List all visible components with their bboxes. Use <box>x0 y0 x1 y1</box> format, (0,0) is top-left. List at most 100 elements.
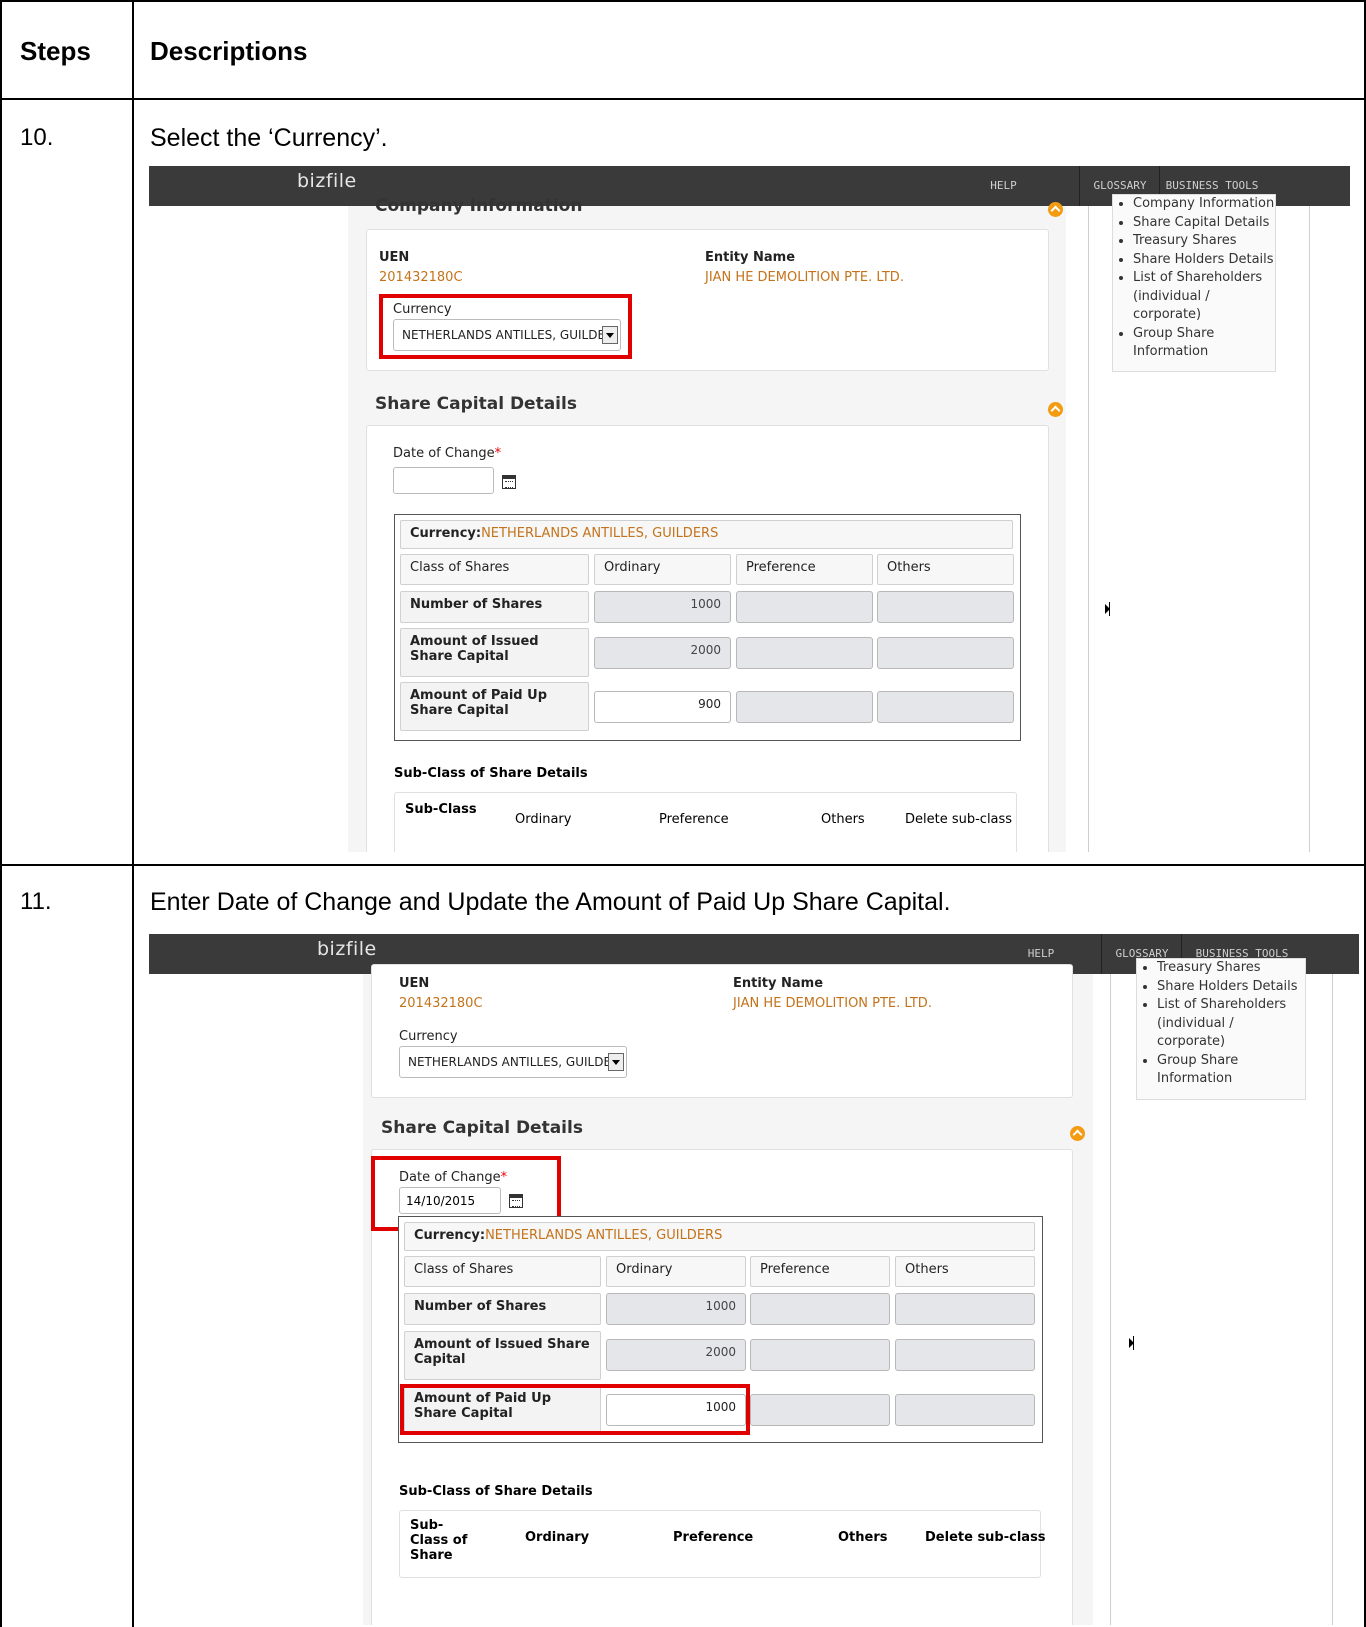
subclass-column: Sub-Class <box>405 802 477 817</box>
uen-value: 201432180C <box>399 996 483 1011</box>
required-marker: * <box>494 446 502 461</box>
collapse-icon[interactable] <box>1048 202 1063 217</box>
subclass-column: Ordinary <box>515 812 572 827</box>
table-currency-label: Currency: <box>414 1228 486 1243</box>
table-currency-label: Currency: <box>410 526 482 541</box>
subclass-column: Delete sub-class <box>925 1530 1046 1545</box>
sidebar-link-treasury-shares[interactable]: Treasury Shares <box>1157 959 1305 978</box>
sidebar-links: Company Information Share Capital Detail… <box>1112 194 1276 372</box>
others-paid-up-capital <box>877 691 1014 723</box>
preference-paid-up-capital <box>750 1394 890 1426</box>
date-of-change-label: Date of Change* <box>393 446 501 461</box>
sidebar-link-share-holders[interactable]: Share Holders Details <box>1133 251 1275 270</box>
ordinary-issued-capital: 2000 <box>606 1339 746 1371</box>
calendar-icon[interactable] <box>502 475 516 489</box>
currency-label: Currency <box>399 1029 458 1044</box>
subclass-column: Delete sub-class <box>905 812 1013 827</box>
ordinary-paid-up-capital-input[interactable]: 900 <box>594 691 731 723</box>
subclass-column: Others <box>838 1530 888 1545</box>
chevron-down-icon[interactable] <box>608 1053 624 1071</box>
ordinary-issued-capital: 2000 <box>594 637 731 669</box>
others-issued-capital <box>895 1339 1035 1371</box>
sidebar-link-treasury-shares[interactable]: Treasury Shares <box>1133 232 1275 251</box>
screenshot-step-10: bizfile HELP GLOSSARY BUSINESS TOOLS Com… <box>149 166 1350 852</box>
sidebar-links: Treasury Shares Share Holders Details Li… <box>1136 958 1306 1100</box>
others-issued-capital <box>877 637 1014 669</box>
subclass-column: Others <box>821 812 865 827</box>
preference-issued-capital <box>736 637 873 669</box>
column-header: Ordinary <box>594 554 731 585</box>
table-border-left <box>0 0 2 1627</box>
column-header: Ordinary <box>606 1256 746 1287</box>
sidebar-link-group-share[interactable]: Group Share Information <box>1157 1052 1305 1089</box>
steps-header: Steps <box>20 36 91 66</box>
step-number: 10. <box>20 124 54 151</box>
step-number: 11. <box>20 888 52 915</box>
date-of-change-input[interactable] <box>393 467 494 494</box>
sidebar-link-share-capital[interactable]: Share Capital Details <box>1133 214 1275 233</box>
step-description: Enter Date of Change and Update the Amou… <box>150 888 951 916</box>
preference-number-of-shares <box>750 1293 890 1325</box>
date-of-change-text: Date of Change <box>393 446 495 461</box>
section-title-share-capital: Share Capital Details <box>381 1118 583 1138</box>
table-currency-value: NETHERLANDS ANTILLES, GUILDERS <box>481 526 719 541</box>
entity-name-label: Entity Name <box>733 976 824 991</box>
sidebar-link-share-holders[interactable]: Share Holders Details <box>1157 978 1305 997</box>
sidebar-link-company-information[interactable]: Company Information <box>1133 195 1275 214</box>
sidebar-link-group-share[interactable]: Group Share Information <box>1133 325 1275 362</box>
subclass-column: Sub-Class of Share <box>410 1518 468 1563</box>
subclass-column: Preference <box>659 812 729 827</box>
step-description: Select the ‘Currency’. <box>150 124 388 152</box>
entity-name-value: JIAN HE DEMOLITION PTE. LTD. <box>705 270 904 285</box>
sidebar-toggle-icon[interactable] <box>1105 602 1110 616</box>
preference-paid-up-capital <box>736 691 873 723</box>
section-title-share-capital: Share Capital Details <box>375 394 577 414</box>
sidebar-link-list-of-shareholders[interactable]: List of Shareholders (individual / corpo… <box>1133 269 1275 325</box>
bizfile-logo: bizfile <box>297 170 357 192</box>
currency-select[interactable]: NETHERLANDS ANTILLES, GUILDER <box>399 1046 627 1078</box>
sidebar-divider <box>1332 974 1333 1625</box>
row-divider <box>0 864 1366 866</box>
row-label: Amount of Issued Share Capital <box>404 1331 601 1380</box>
uen-label: UEN <box>399 976 430 991</box>
others-number-of-shares <box>877 591 1014 623</box>
bizfile-logo: bizfile <box>317 938 377 960</box>
uen-value: 201432180C <box>379 270 463 285</box>
sidebar-toggle-icon[interactable] <box>1129 1336 1134 1350</box>
column-header: Class of Shares <box>404 1256 601 1287</box>
preference-number-of-shares <box>736 591 873 623</box>
currency-select-value: NETHERLANDS ANTILLES, GUILDER <box>408 1055 620 1069</box>
others-paid-up-capital <box>895 1394 1035 1426</box>
subclass-column: Ordinary <box>525 1530 590 1545</box>
row-label: Number of Shares <box>404 1293 601 1325</box>
column-header: Others <box>895 1256 1035 1287</box>
ordinary-number-of-shares: 1000 <box>606 1293 746 1325</box>
sidebar-link-list-of-shareholders[interactable]: List of Shareholders (individual / corpo… <box>1157 996 1305 1052</box>
entity-name-label: Entity Name <box>705 250 796 265</box>
sidebar-divider <box>1309 206 1310 852</box>
row-label: Amount of Paid Up Share Capital <box>400 682 589 731</box>
nav-help[interactable]: HELP <box>978 166 1029 206</box>
highlight-box <box>379 294 632 359</box>
column-divider <box>132 0 134 1627</box>
row-divider <box>0 98 1366 100</box>
subclass-title: Sub-Class of Share Details <box>394 766 588 781</box>
sidebar-divider <box>1088 206 1089 852</box>
column-header: Others <box>877 554 1014 585</box>
guide-table: Steps Descriptions 10. Select the ‘Curre… <box>0 0 1366 1627</box>
collapse-icon[interactable] <box>1070 1126 1085 1141</box>
column-header: Class of Shares <box>400 554 589 585</box>
table-currency-value: NETHERLANDS ANTILLES, GUILDERS <box>485 1228 723 1243</box>
uen-label: UEN <box>379 250 410 265</box>
collapse-icon[interactable] <box>1048 402 1063 417</box>
column-header: Preference <box>750 1256 890 1287</box>
entity-name-value: JIAN HE DEMOLITION PTE. LTD. <box>733 996 932 1011</box>
table-currency-row: Currency:NETHERLANDS ANTILLES, GUILDERS <box>400 520 1013 549</box>
descriptions-header: Descriptions <box>150 36 308 66</box>
column-header: Preference <box>736 554 873 585</box>
preference-issued-capital <box>750 1339 890 1371</box>
subclass-title: Sub-Class of Share Details <box>399 1484 593 1499</box>
ordinary-number-of-shares: 1000 <box>594 591 731 623</box>
highlight-box <box>400 1384 750 1435</box>
others-number-of-shares <box>895 1293 1035 1325</box>
